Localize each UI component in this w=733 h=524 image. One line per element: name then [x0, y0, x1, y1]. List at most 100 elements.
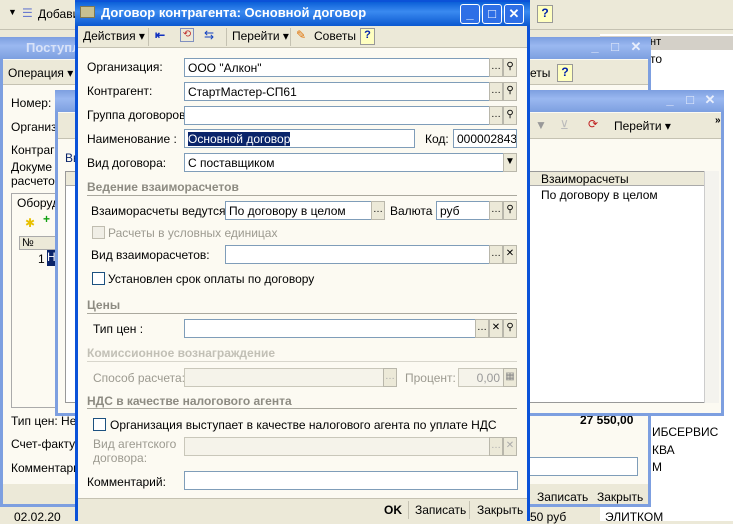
list-cell: ЭЛИТКОМ	[605, 510, 664, 524]
select-button[interactable]: …	[489, 82, 503, 101]
tips-icon[interactable]: ✎	[296, 28, 306, 42]
help-icon[interactable]: ?	[360, 28, 375, 45]
refresh-icon[interactable]: ⟲	[180, 28, 194, 42]
save-button[interactable]: Записать	[415, 503, 466, 517]
calculator-icon[interactable]: ▦	[503, 368, 517, 387]
settlements-mode-input[interactable]: По договору в целом	[225, 201, 372, 220]
goto-label: Перейти	[614, 119, 662, 133]
col-num: №	[22, 237, 34, 249]
tips-button[interactable]: Советы	[314, 29, 356, 43]
select-button[interactable]: …	[475, 319, 489, 338]
add-icon[interactable]: +	[43, 212, 50, 226]
go-back-icon[interactable]: ⇤	[155, 28, 165, 42]
agent-contract-label-2: договора:	[93, 451, 148, 465]
minimize-button[interactable]: _	[460, 4, 480, 24]
conv-units-checkbox[interactable]	[92, 226, 105, 239]
tax-agent-checkbox[interactable]	[93, 418, 106, 431]
settlement-kind-label: Вид взаиморасчетов:	[91, 248, 210, 262]
dialog-title-bar[interactable]: Договор контрагента: Основной договор _ …	[75, 2, 530, 26]
price-type-input[interactable]	[184, 319, 476, 338]
clear-icon[interactable]: ✕	[503, 245, 517, 264]
selected-cell[interactable]: Н	[47, 250, 56, 266]
price-type-label: Тип цен: Не	[11, 414, 77, 428]
agent-contract-input[interactable]	[184, 437, 490, 456]
select-button[interactable]: …	[489, 201, 503, 220]
due-date-checkbox[interactable]	[92, 272, 105, 285]
settlement-kind-input[interactable]	[225, 245, 490, 264]
doc-save-button[interactable]: Записать	[537, 490, 588, 504]
minimize-button[interactable]: _	[585, 38, 605, 58]
maximize-button[interactable]: □	[605, 38, 625, 58]
group-label: Группа договоров:	[87, 108, 189, 122]
contract-type-label: Вид договора:	[87, 156, 167, 170]
more-icon[interactable]: »	[715, 115, 721, 126]
refresh-icon[interactable]: ⟳	[588, 117, 598, 131]
separator	[226, 28, 227, 46]
close-button[interactable]: ✕	[700, 91, 720, 111]
search-icon[interactable]: ⚲	[503, 58, 517, 77]
name-label: Наименование :	[87, 132, 177, 146]
select-button[interactable]: …	[383, 368, 397, 387]
code-input[interactable]: 000002843	[453, 129, 517, 148]
search-icon[interactable]: ⚲	[503, 201, 517, 220]
operation-menu[interactable]: Операция ▾	[8, 66, 73, 80]
ok-button[interactable]: OK	[384, 503, 402, 517]
select-button[interactable]: …	[371, 201, 385, 220]
chevron-down-icon[interactable]: ▼	[503, 153, 517, 172]
commission-method-label: Способ расчета:	[93, 371, 185, 385]
filter-icon[interactable]: ▼	[535, 118, 547, 132]
select-button[interactable]: …	[489, 437, 503, 456]
tips-fragment[interactable]: еты	[530, 66, 550, 80]
group-input[interactable]	[184, 106, 490, 125]
clear-filter-icon[interactable]: ⊻	[560, 118, 569, 132]
dialog-title: Договор контрагента: Основной договор	[101, 5, 367, 20]
counterparty-input[interactable]: СтартМастер-СП61	[184, 82, 490, 101]
clear-icon[interactable]: ✕	[503, 437, 517, 456]
dropdown-arrow[interactable]: ▼	[8, 7, 17, 17]
select-button[interactable]: …	[489, 58, 503, 77]
maximize-button[interactable]: □	[482, 4, 502, 24]
search-icon[interactable]: ⚲	[503, 82, 517, 101]
currency-input[interactable]: руб	[436, 201, 490, 220]
switch-icon[interactable]: ⇆	[204, 28, 214, 42]
contract-type-select[interactable]: С поставщиком	[184, 153, 504, 172]
help-icon[interactable]: ?	[557, 64, 573, 82]
name-input[interactable]: Основной договор	[184, 129, 415, 148]
organization-input[interactable]: ООО "Алкон"	[184, 58, 490, 77]
equipment-tab[interactable]: Оборуд	[17, 196, 59, 210]
close-dialog-button[interactable]: Закрыть	[477, 503, 523, 517]
row-num: 1	[38, 252, 45, 266]
code-label: Код:	[425, 132, 449, 146]
add-row-icon[interactable]: ✱	[25, 216, 35, 230]
doc-close-button[interactable]: Закрыть	[597, 490, 643, 504]
journal-goto-menu[interactable]: Перейти ▾	[614, 119, 671, 133]
close-button[interactable]: ✕	[504, 4, 524, 24]
select-button[interactable]: …	[489, 106, 503, 125]
list-cell: то	[650, 52, 663, 66]
search-icon[interactable]: ⚲	[503, 106, 517, 125]
percent-input[interactable]: 0,00	[458, 368, 504, 387]
help-icon[interactable]: ?	[537, 5, 553, 23]
separator	[469, 501, 470, 519]
org-label: Организ	[11, 120, 57, 134]
organization-label: Организация:	[87, 60, 163, 74]
journal-scrollbar[interactable]	[704, 171, 719, 403]
goto-menu[interactable]: Перейти ▾	[232, 29, 289, 43]
settlements-section: Ведение взаиморасчетов	[87, 180, 239, 194]
agent-contract-label: Вид агентского	[93, 437, 177, 451]
row-settlements: По договору в целом	[541, 188, 658, 202]
select-button[interactable]: …	[489, 245, 503, 264]
actions-menu[interactable]: Действия ▾	[83, 29, 145, 43]
minimize-button[interactable]: _	[660, 91, 680, 111]
doc-comment-input[interactable]	[520, 457, 638, 476]
comment-input[interactable]	[184, 471, 518, 490]
clear-icon[interactable]: ✕	[489, 319, 503, 338]
close-button[interactable]: ✕	[626, 38, 646, 58]
commission-method-input[interactable]	[184, 368, 384, 387]
search-icon[interactable]: ⚲	[503, 319, 517, 338]
add-icon[interactable]: ☰	[22, 6, 33, 20]
maximize-button[interactable]: □	[680, 91, 700, 111]
add-button[interactable]: Добави	[38, 7, 79, 21]
tax-agent-label: Организация выступает в качестве налогов…	[110, 418, 497, 432]
percent-label: Процент:	[405, 371, 456, 385]
